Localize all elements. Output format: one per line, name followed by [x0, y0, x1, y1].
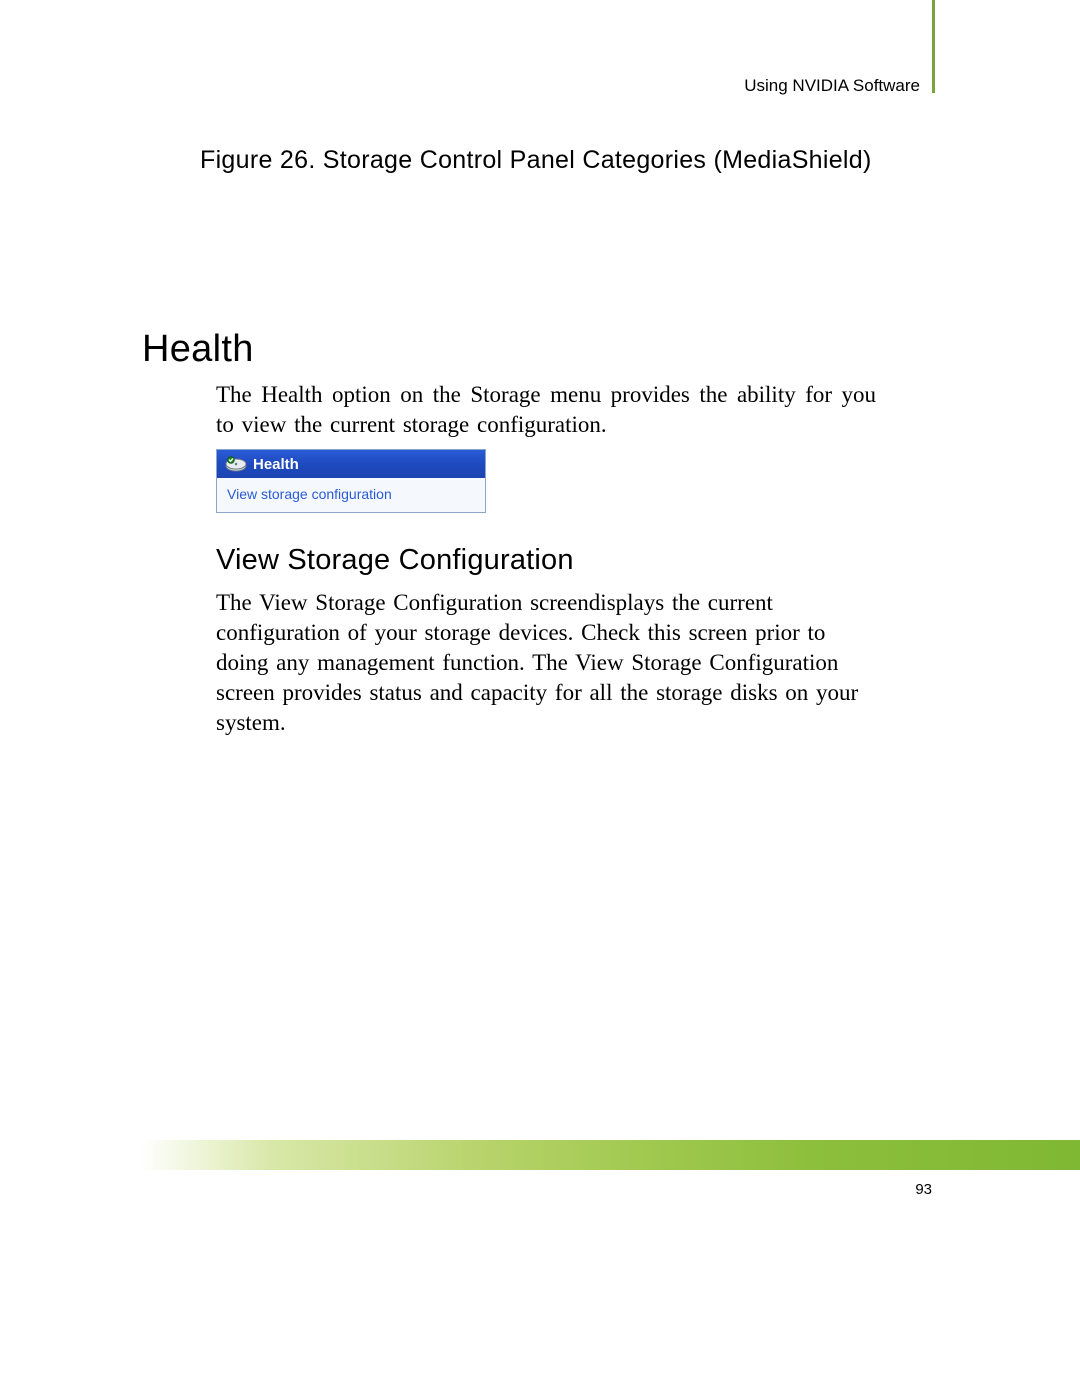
running-head: Using NVIDIA Software — [744, 76, 920, 96]
view-storage-configuration-paragraph: The View Storage Configuration screendis… — [216, 588, 876, 737]
health-intro-paragraph: The Health option on the Storage menu pr… — [216, 380, 876, 440]
health-panel: Health View storage configuration — [216, 449, 486, 513]
footer-gradient-band — [0, 1140, 1080, 1170]
section-heading-health: Health — [142, 328, 254, 371]
subsection-heading-view-storage-configuration: View Storage Configuration — [216, 544, 574, 577]
header-vertical-rule — [932, 0, 935, 93]
page-number: 93 — [915, 1181, 932, 1198]
health-panel-title: Health — [253, 456, 299, 473]
health-panel-body: View storage configuration — [217, 478, 485, 512]
figure-caption: Figure 26. Storage Control Panel Categor… — [200, 146, 935, 175]
health-panel-header: Health — [217, 450, 485, 478]
disk-health-icon — [225, 455, 247, 473]
view-storage-configuration-link[interactable]: View storage configuration — [227, 486, 392, 502]
